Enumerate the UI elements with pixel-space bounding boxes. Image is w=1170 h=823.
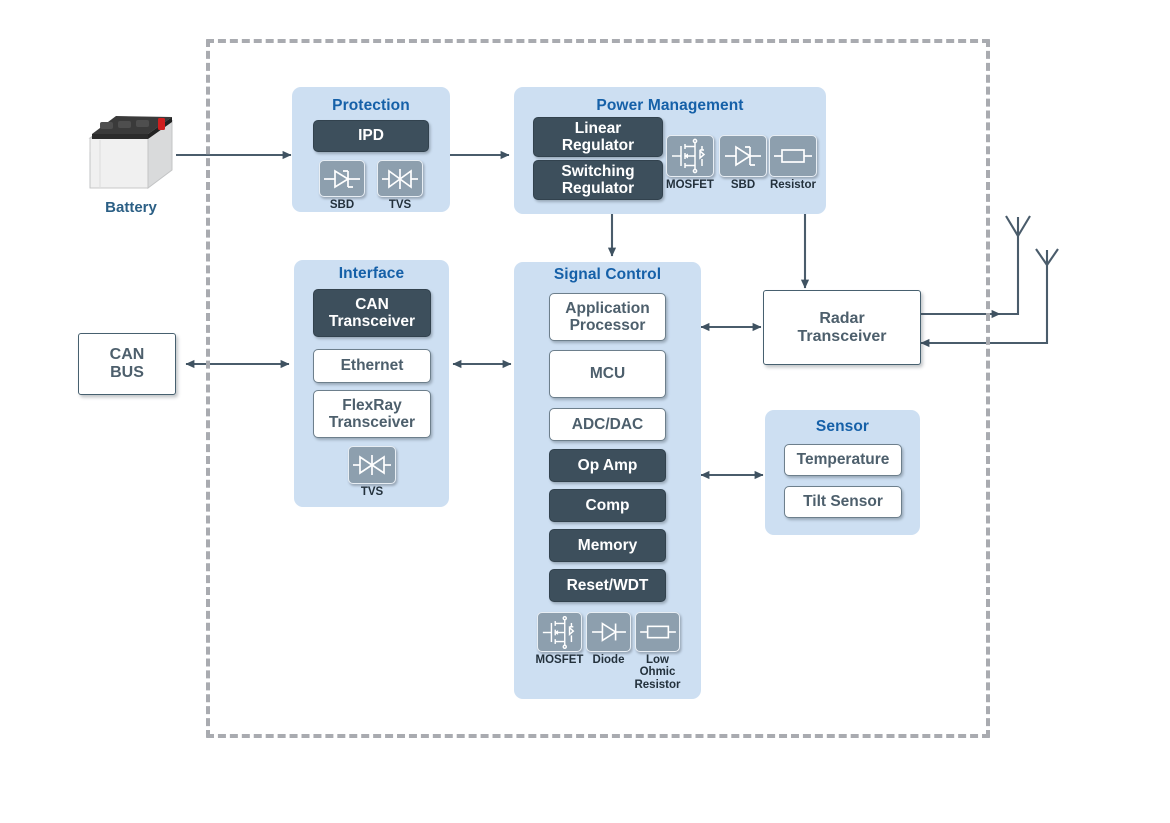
component-mosfet-signal[interactable]: MOSFET bbox=[536, 612, 583, 666]
block-ethernet[interactable]: Ethernet bbox=[313, 349, 431, 383]
flexray-line2: Transceiver bbox=[328, 414, 416, 431]
app-processor-line2: Processor bbox=[569, 317, 646, 334]
block-flexray-transceiver[interactable]: FlexRay Transceiver bbox=[313, 390, 431, 438]
resistor-icon bbox=[774, 149, 812, 163]
battery: Battery bbox=[86, 108, 176, 216]
battery-icon bbox=[88, 116, 174, 189]
antenna-2-icon bbox=[1035, 248, 1059, 267]
mosfet-icon bbox=[672, 138, 706, 174]
component-sbd-protection[interactable]: SBD bbox=[319, 160, 365, 211]
component-tvs-interface-caption: TVS bbox=[360, 486, 384, 498]
radar-line1: Radar bbox=[819, 309, 865, 327]
switching-regulator-line1: Switching bbox=[561, 162, 635, 180]
flexray-line1: FlexRay bbox=[342, 396, 402, 414]
diagram-canvas: Battery CAN BUS Protection IPD SBD TVS P… bbox=[0, 0, 1170, 823]
block-reset-wdt[interactable]: Reset/WDT bbox=[549, 569, 666, 602]
battery-label: Battery bbox=[105, 199, 157, 216]
low-ohmic-line3: Resistor bbox=[634, 678, 681, 691]
group-sensor-title: Sensor bbox=[815, 418, 870, 435]
low-ohmic-line2: Ohmic bbox=[639, 666, 676, 679]
can-bus-label-line2: BUS bbox=[110, 364, 144, 381]
component-sbd-power[interactable]: SBD bbox=[719, 135, 767, 191]
block-switching-regulator[interactable]: Switching Regulator bbox=[533, 160, 663, 200]
component-tvs-caption: TVS bbox=[388, 199, 412, 211]
block-tilt-sensor[interactable]: Tilt Sensor bbox=[784, 486, 902, 518]
component-tvs-protection[interactable]: TVS bbox=[377, 160, 423, 211]
can-bus-block[interactable]: CAN BUS bbox=[78, 333, 176, 395]
group-interface-title: Interface bbox=[338, 265, 405, 282]
app-processor-line1: Application bbox=[565, 299, 650, 317]
linear-regulator-line2: Regulator bbox=[561, 137, 635, 154]
block-radar-transceiver[interactable]: Radar Transceiver bbox=[763, 290, 921, 365]
can-transceiver-line2: Transceiver bbox=[328, 313, 416, 330]
group-protection-title: Protection bbox=[332, 97, 410, 114]
can-transceiver-line1: CAN bbox=[355, 295, 389, 313]
group-interface: Interface CAN Transceiver Ethernet FlexR… bbox=[294, 260, 449, 507]
low-ohmic-line1: Low bbox=[646, 654, 669, 666]
resistor-icon bbox=[639, 625, 676, 639]
block-op-amp[interactable]: Op Amp bbox=[549, 449, 666, 482]
block-mcu[interactable]: MCU bbox=[549, 350, 666, 398]
diode-icon bbox=[591, 622, 626, 642]
block-ipd[interactable]: IPD bbox=[313, 120, 429, 152]
component-resistor-caption: Resistor bbox=[769, 179, 817, 191]
schottky-diode-icon bbox=[725, 145, 761, 167]
tvs-diode-icon bbox=[353, 455, 391, 475]
block-comp[interactable]: Comp bbox=[549, 489, 666, 522]
linear-regulator-line1: Linear bbox=[574, 119, 622, 137]
component-resistor-power[interactable]: Resistor bbox=[769, 135, 817, 191]
schottky-diode-icon bbox=[324, 168, 360, 189]
can-bus-label-line1: CAN bbox=[109, 346, 145, 364]
component-tvs-interface[interactable]: TVS bbox=[348, 446, 396, 498]
block-adc-dac[interactable]: ADC/DAC bbox=[549, 408, 666, 441]
component-low-ohmic-caption: Low Ohmic Resistor bbox=[621, 654, 694, 691]
component-low-ohmic-resistor[interactable]: Low Ohmic Resistor bbox=[634, 612, 681, 691]
group-sensor: Sensor Temperature Tilt Sensor bbox=[765, 410, 920, 535]
tvs-diode-icon bbox=[382, 168, 418, 189]
block-can-transceiver[interactable]: CAN Transceiver bbox=[313, 289, 431, 337]
mosfet-icon bbox=[542, 615, 574, 649]
block-temperature-sensor[interactable]: Temperature bbox=[784, 444, 902, 476]
group-power-title: Power Management bbox=[596, 97, 744, 114]
switching-regulator-line2: Regulator bbox=[561, 180, 635, 197]
group-signal-title: Signal Control bbox=[553, 266, 662, 283]
block-linear-regulator[interactable]: Linear Regulator bbox=[533, 117, 663, 157]
component-mosfet-power[interactable]: MOSFET bbox=[666, 135, 714, 191]
group-power-management: Power Management Linear Regulator Switch… bbox=[514, 87, 826, 214]
block-memory[interactable]: Memory bbox=[549, 529, 666, 562]
group-signal-control: Signal Control Application Processor MCU… bbox=[514, 262, 701, 699]
block-application-processor[interactable]: Application Processor bbox=[549, 293, 666, 341]
antenna-1-icon bbox=[1005, 215, 1031, 239]
radar-line2: Transceiver bbox=[797, 327, 887, 345]
group-protection: Protection IPD SBD TVS bbox=[292, 87, 450, 212]
component-diode-signal[interactable]: Diode bbox=[586, 612, 631, 666]
